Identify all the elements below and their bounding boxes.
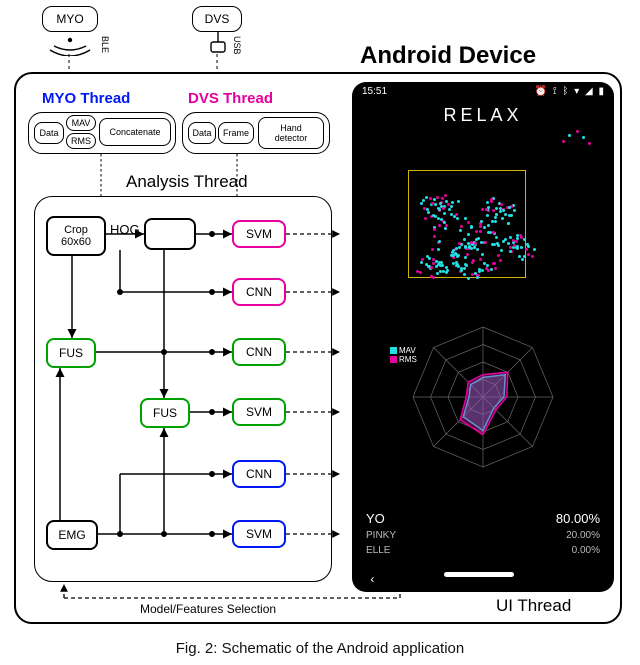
ui-thread-title: UI Thread xyxy=(496,596,571,616)
dvs-sensor-label: DVS xyxy=(205,12,230,26)
myo-data-box: Data xyxy=(34,122,64,144)
radar-legend: MAV RMS xyxy=(390,346,417,364)
event-dots xyxy=(368,136,598,306)
myo-sensor-box: MYO xyxy=(42,6,98,32)
fus2-box: FUS xyxy=(140,398,190,428)
dvs-plug-icon xyxy=(206,32,230,56)
myo-mav-box: MAV xyxy=(66,115,96,131)
dvs-data-box: Data xyxy=(188,122,216,144)
emg-box: EMG xyxy=(46,520,98,550)
gps-icon: ⟟ xyxy=(553,86,557,97)
ble-label: BLE xyxy=(100,36,110,53)
phone-status-icons: ⏰ ⟟ ᛒ ▾ ◢ ▮ xyxy=(532,86,604,97)
bt-icon: ᛒ xyxy=(562,86,568,97)
result-row: PINKY20.00% xyxy=(366,530,600,541)
myo-antenna-icon xyxy=(48,34,92,56)
android-device-title: Android Device xyxy=(360,42,536,70)
phone-time: 15:51 xyxy=(362,86,387,97)
myo-rms-box: RMS xyxy=(66,133,96,149)
home-pill[interactable] xyxy=(444,572,514,577)
radar-chart: MAV RMS xyxy=(378,312,588,482)
model-features-label: Model/Features Selection xyxy=(140,602,276,616)
figure-caption: Fig. 2: Schematic of the Android applica… xyxy=(0,640,640,657)
relax-label: RELAX xyxy=(352,105,614,126)
hog-dest-box xyxy=(144,218,196,250)
myo-concat-box: Concatenate xyxy=(99,118,171,146)
android-navbar: ‹ ▢ xyxy=(352,572,614,586)
wifi-icon: ▾ xyxy=(574,86,579,97)
result-row: YO80.00% xyxy=(366,511,600,526)
svm-green-box: SVM xyxy=(232,398,286,426)
myo-thread-title: MYO Thread xyxy=(42,90,130,107)
svm-magenta-box: SVM xyxy=(232,220,286,248)
dvs-hand-box: Hand detector xyxy=(258,117,324,149)
cnn-green-box: CNN xyxy=(232,338,286,366)
fus1-box: FUS xyxy=(46,338,96,368)
results-panel: YO80.00% PINKY20.00% ELLE0.00% xyxy=(366,507,600,556)
alarm-icon: ⏰ xyxy=(535,86,547,97)
event-cluster xyxy=(368,136,598,306)
svm-blue-box: SVM xyxy=(232,520,286,548)
signal-icon: ◢ xyxy=(585,86,593,97)
cnn-blue-box: CNN xyxy=(232,460,286,488)
myo-sensor-label: MYO xyxy=(56,12,83,26)
back-icon[interactable]: ‹ xyxy=(370,572,374,586)
dvs-frame-box: Frame xyxy=(218,122,254,144)
result-row: ELLE0.00% xyxy=(366,545,600,556)
phone-screenshot: 15:51 ⏰ ⟟ ᛒ ▾ ◢ ▮ RELAX xyxy=(352,82,614,592)
analysis-title: Analysis Thread xyxy=(126,172,248,192)
usb-label: USB xyxy=(232,36,242,55)
dvs-thread-title: DVS Thread xyxy=(188,90,273,107)
dvs-sensor-box: DVS xyxy=(192,6,242,32)
crop-box: Crop 60x60 xyxy=(46,216,106,256)
cnn-magenta-box: CNN xyxy=(232,278,286,306)
hog-label: HOG xyxy=(110,222,140,237)
battery-icon: ▮ xyxy=(598,86,604,97)
